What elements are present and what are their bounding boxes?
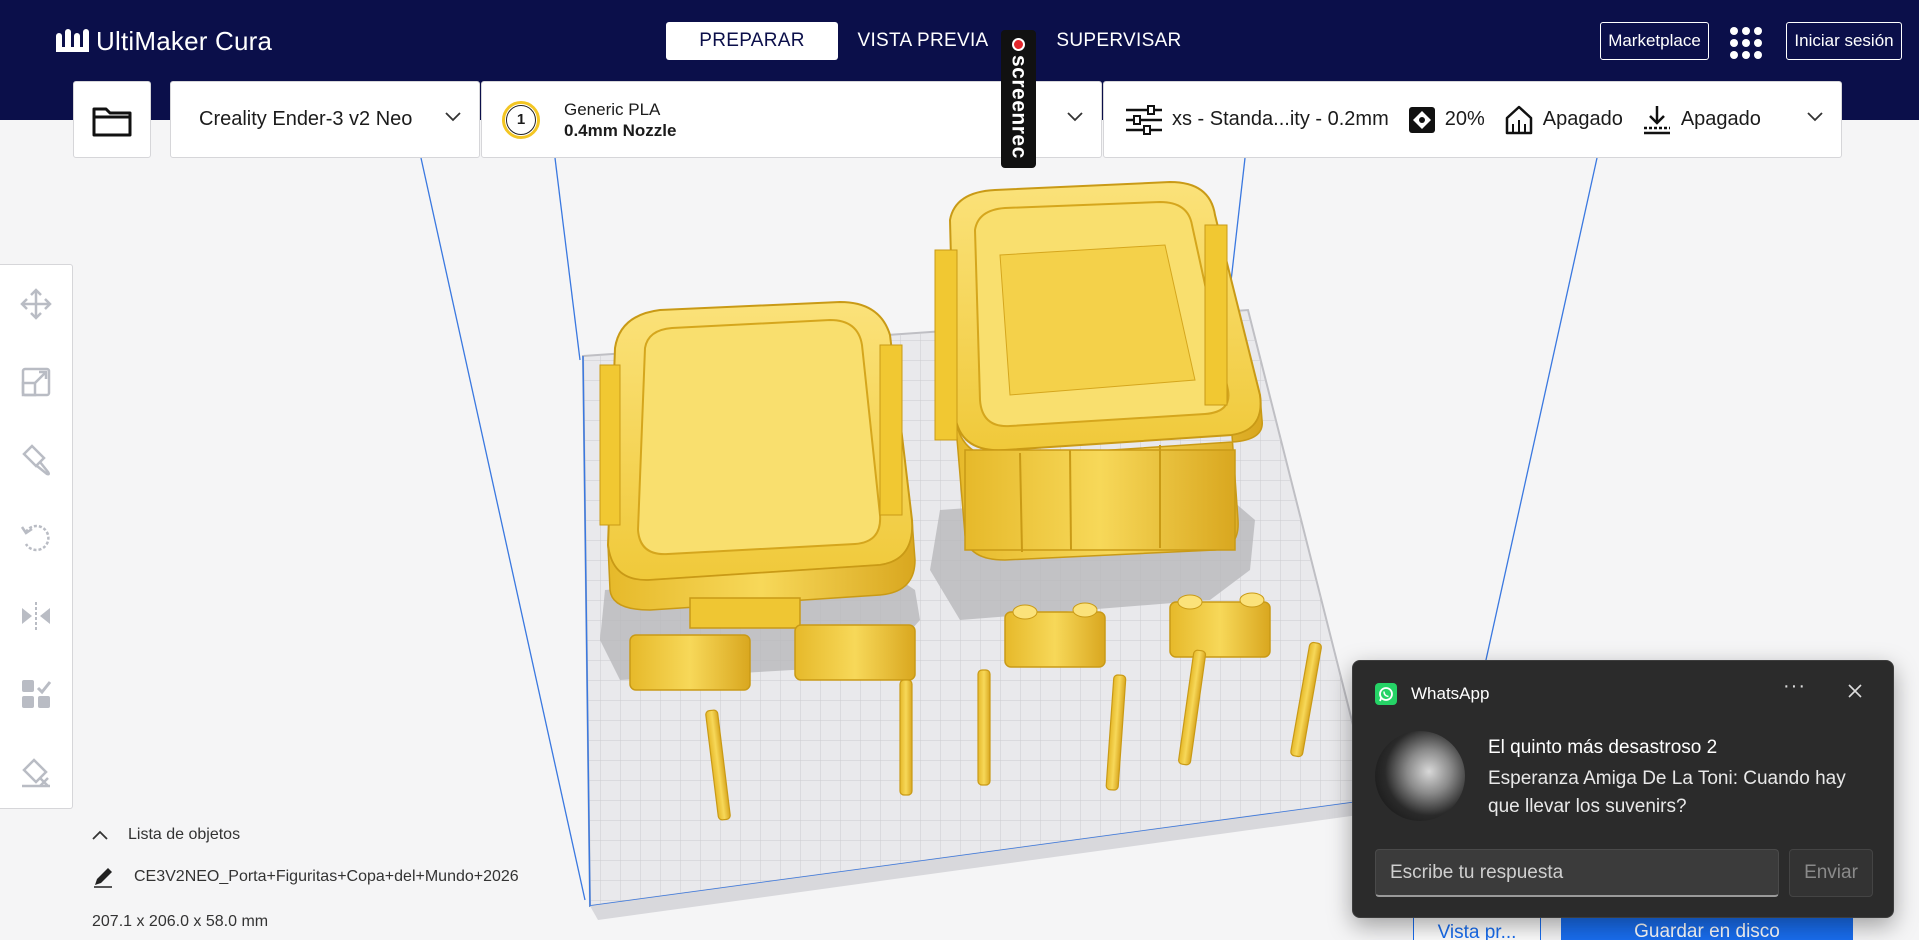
- notification-message: Esperanza Amiga De La Toni: Cuando hay q…: [1488, 768, 1846, 817]
- move-icon[interactable]: [18, 285, 54, 323]
- apps-grid-icon[interactable]: [1730, 27, 1762, 59]
- object-list-header: Lista de objetos: [128, 826, 241, 843]
- nozzle-size: 0.4mm Nozzle: [564, 120, 677, 140]
- object-list-toggle[interactable]: Lista de objetos: [92, 826, 519, 844]
- infill-value: 20%: [1444, 108, 1485, 130]
- tab-vista-previa[interactable]: VISTA PREVIA: [838, 22, 1008, 60]
- per-model-settings-icon[interactable]: [18, 675, 54, 713]
- tab-supervisar[interactable]: SUPERVISAR: [1014, 22, 1224, 60]
- scale-icon[interactable]: [18, 363, 54, 401]
- support-value: Apagado: [1542, 108, 1623, 130]
- object-name: CE3V2NEO_Porta+Figuritas+Copa+del+Mundo+…: [134, 868, 519, 885]
- model-box[interactable]: [934, 180, 1263, 561]
- tool-sidebar: [0, 264, 73, 809]
- adhesion-icon: [1643, 105, 1670, 134]
- tab-preparar[interactable]: PREPARAR: [666, 22, 838, 60]
- printer-selector[interactable]: Creality Ender-3 v2 Neo: [170, 81, 480, 158]
- chevron-down-icon: [445, 112, 461, 122]
- more-options-icon[interactable]: ···: [1783, 675, 1806, 698]
- extruder-number: 1: [516, 111, 526, 128]
- record-dot-icon: [1012, 38, 1025, 51]
- adhesion-value: Apagado: [1680, 108, 1761, 130]
- whatsapp-notification[interactable]: WhatsApp ··· El quinto más desastroso 2 …: [1352, 660, 1894, 918]
- signin-button[interactable]: Iniciar sesión: [1786, 22, 1902, 60]
- open-file-button[interactable]: [73, 81, 151, 158]
- folder-icon: [92, 107, 132, 136]
- stage-tabs: PREPARAR VISTA PREVIA SUPERVISAR: [666, 22, 1224, 60]
- print-settings-selector[interactable]: xs - Standa...ity - 0.2mm 20% Apagado Ap…: [1103, 81, 1842, 158]
- paint-icon[interactable]: [18, 441, 54, 479]
- object-dimensions: 207.1 x 206.0 x 58.0 mm: [92, 913, 269, 930]
- chevron-down-icon: [1067, 112, 1083, 122]
- ultimaker-logo-icon: [56, 28, 89, 52]
- volume-edge-left: [420, 157, 586, 901]
- notification-title: El quinto más desastroso 2: [1488, 737, 1718, 758]
- object-list-item[interactable]: CE3V2NEO_Porta+Figuritas+Copa+del+Mundo+…: [92, 866, 519, 888]
- printer-name: Creality Ender-3 v2 Neo: [199, 108, 413, 130]
- object-list: Lista de objetos CE3V2NEO_Porta+Figurita…: [92, 826, 519, 888]
- pencil-icon[interactable]: [92, 866, 114, 888]
- avatar: [1375, 731, 1465, 821]
- support-blocker-icon[interactable]: [18, 753, 54, 791]
- model-lid[interactable]: [599, 300, 916, 629]
- rotate-icon[interactable]: [18, 519, 54, 557]
- close-icon[interactable]: [1847, 683, 1863, 699]
- app-name: UltiMaker Cura: [96, 26, 273, 56]
- marketplace-button[interactable]: Marketplace: [1600, 22, 1709, 60]
- whatsapp-icon: [1375, 683, 1397, 705]
- sliders-icon: [1126, 104, 1162, 135]
- support-icon: [1505, 105, 1533, 134]
- reply-input[interactable]: Escribe tu respuesta: [1375, 849, 1779, 897]
- chevron-down-icon: [1807, 112, 1823, 122]
- screenrec-label: screenrec: [1007, 55, 1031, 159]
- material-name: Generic PLA: [564, 99, 661, 119]
- extruder-icon: 1: [502, 100, 540, 139]
- profile-name: xs - Standa...ity - 0.2mm: [1172, 108, 1389, 130]
- infill-icon: [1408, 106, 1435, 133]
- app-logo: UltiMaker Cura: [56, 26, 272, 57]
- notification-app-name: WhatsApp: [1411, 684, 1490, 703]
- chevron-up-icon: [92, 830, 108, 840]
- send-button[interactable]: Enviar: [1789, 849, 1873, 897]
- mirror-icon[interactable]: [18, 597, 54, 635]
- screenrec-badge[interactable]: screenrec: [1001, 30, 1036, 168]
